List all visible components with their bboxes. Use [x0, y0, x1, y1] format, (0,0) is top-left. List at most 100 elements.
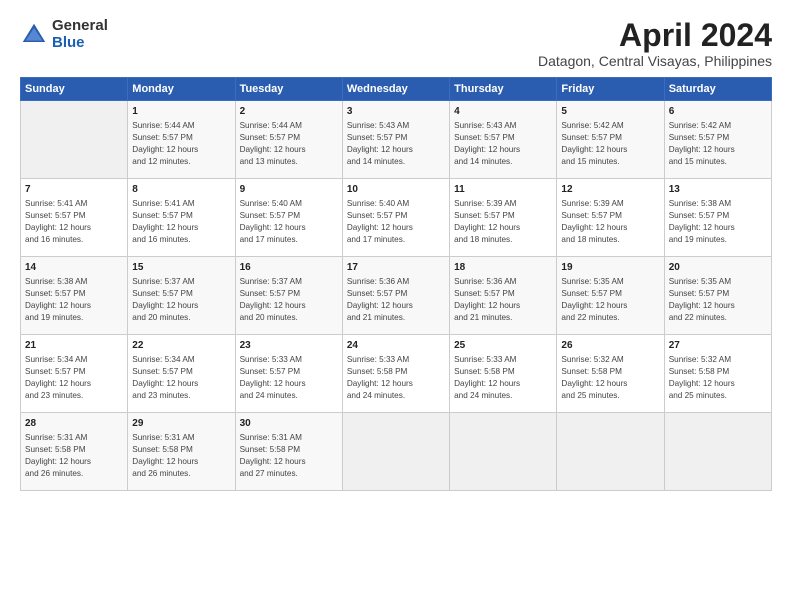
week-row-1: 1 Sunrise: 5:44 AM Sunset: 5:57 PM Daylig… [21, 101, 772, 179]
day-info: Sunrise: 5:39 AM Sunset: 5:57 PM Dayligh… [454, 199, 520, 244]
table-row: 17 Sunrise: 5:36 AM Sunset: 5:57 PM Dayli… [342, 257, 449, 335]
day-info: Sunrise: 5:36 AM Sunset: 5:57 PM Dayligh… [347, 277, 413, 322]
day-number: 6 [669, 105, 767, 119]
logo: General Blue [20, 18, 108, 51]
day-number: 9 [240, 183, 338, 197]
table-row [557, 413, 664, 491]
day-info: Sunrise: 5:31 AM Sunset: 5:58 PM Dayligh… [132, 433, 198, 478]
table-row: 27 Sunrise: 5:32 AM Sunset: 5:58 PM Dayli… [664, 335, 771, 413]
logo-blue: Blue [52, 35, 108, 52]
week-row-5: 28 Sunrise: 5:31 AM Sunset: 5:58 PM Dayli… [21, 413, 772, 491]
day-number: 1 [132, 105, 230, 119]
day-info: Sunrise: 5:41 AM Sunset: 5:57 PM Dayligh… [25, 199, 91, 244]
day-info: Sunrise: 5:31 AM Sunset: 5:58 PM Dayligh… [25, 433, 91, 478]
logo-general: General [52, 18, 108, 35]
day-info: Sunrise: 5:38 AM Sunset: 5:57 PM Dayligh… [25, 277, 91, 322]
logo-text: General Blue [52, 18, 108, 51]
table-row: 11 Sunrise: 5:39 AM Sunset: 5:57 PM Dayli… [450, 179, 557, 257]
table-row: 12 Sunrise: 5:39 AM Sunset: 5:57 PM Dayli… [557, 179, 664, 257]
table-row [21, 101, 128, 179]
table-row: 15Sunrise: 5:37 AM Sunset: 5:57 PM Dayli… [128, 257, 235, 335]
day-number: 26 [561, 339, 659, 353]
table-row: 25 Sunrise: 5:33 AM Sunset: 5:58 PM Dayli… [450, 335, 557, 413]
calendar-table: Sunday Monday Tuesday Wednesday Thursday… [20, 77, 772, 491]
day-number: 20 [669, 261, 767, 275]
header-tuesday: Tuesday [235, 78, 342, 101]
table-row [664, 413, 771, 491]
day-number: 25 [454, 339, 552, 353]
day-info: Sunrise: 5:35 AM Sunset: 5:57 PM Dayligh… [669, 277, 735, 322]
day-info: Sunrise: 5:34 AM Sunset: 5:57 PM Dayligh… [25, 355, 91, 400]
day-info: Sunrise: 5:32 AM Sunset: 5:58 PM Dayligh… [669, 355, 735, 400]
day-number: 5 [561, 105, 659, 119]
table-row: 19 Sunrise: 5:35 AM Sunset: 5:57 PM Dayli… [557, 257, 664, 335]
day-info: Sunrise: 5:44 AM Sunset: 5:57 PM Dayligh… [132, 121, 198, 166]
subtitle: Datagon, Central Visayas, Philippines [538, 53, 772, 69]
day-number: 30 [240, 417, 338, 431]
day-number: 3 [347, 105, 445, 119]
page: General Blue April 2024 Datagon, Central… [0, 0, 792, 612]
table-row: 7 Sunrise: 5:41 AM Sunset: 5:57 PM Daylig… [21, 179, 128, 257]
table-row: 22 Sunrise: 5:34 AM Sunset: 5:57 PM Dayli… [128, 335, 235, 413]
day-number: 27 [669, 339, 767, 353]
week-row-2: 7 Sunrise: 5:41 AM Sunset: 5:57 PM Daylig… [21, 179, 772, 257]
day-number: 24 [347, 339, 445, 353]
table-row: 24 Sunrise: 5:33 AM Sunset: 5:58 PM Dayli… [342, 335, 449, 413]
day-number: 4 [454, 105, 552, 119]
day-info: Sunrise: 5:33 AM Sunset: 5:58 PM Dayligh… [347, 355, 413, 400]
day-number: 16 [240, 261, 338, 275]
day-number: 22 [132, 339, 230, 353]
header-row: Sunday Monday Tuesday Wednesday Thursday… [21, 78, 772, 101]
table-row [450, 413, 557, 491]
header-saturday: Saturday [664, 78, 771, 101]
table-row: 28 Sunrise: 5:31 AM Sunset: 5:58 PM Dayli… [21, 413, 128, 491]
day-info: Sunrise: 5:43 AM Sunset: 5:57 PM Dayligh… [454, 121, 520, 166]
table-row: 29 Sunrise: 5:31 AM Sunset: 5:58 PM Dayli… [128, 413, 235, 491]
day-info: Sunrise: 5:42 AM Sunset: 5:57 PM Dayligh… [669, 121, 735, 166]
day-number: 7 [25, 183, 123, 197]
day-number: 28 [25, 417, 123, 431]
header: General Blue April 2024 Datagon, Central… [20, 18, 772, 69]
header-monday: Monday [128, 78, 235, 101]
day-info: Sunrise: 5:37 AM Sunset: 5:57 PM Dayligh… [132, 277, 198, 322]
week-row-3: 14Sunrise: 5:38 AM Sunset: 5:57 PM Dayli… [21, 257, 772, 335]
day-info: Sunrise: 5:42 AM Sunset: 5:57 PM Dayligh… [561, 121, 627, 166]
header-wednesday: Wednesday [342, 78, 449, 101]
week-row-4: 21Sunrise: 5:34 AM Sunset: 5:57 PM Dayli… [21, 335, 772, 413]
day-number: 23 [240, 339, 338, 353]
table-row: 20 Sunrise: 5:35 AM Sunset: 5:57 PM Dayli… [664, 257, 771, 335]
day-info: Sunrise: 5:33 AM Sunset: 5:58 PM Dayligh… [454, 355, 520, 400]
table-row: 1 Sunrise: 5:44 AM Sunset: 5:57 PM Daylig… [128, 101, 235, 179]
table-row: 2Sunrise: 5:44 AM Sunset: 5:57 PM Daylig… [235, 101, 342, 179]
day-info: Sunrise: 5:31 AM Sunset: 5:58 PM Dayligh… [240, 433, 306, 478]
day-info: Sunrise: 5:35 AM Sunset: 5:57 PM Dayligh… [561, 277, 627, 322]
day-number: 8 [132, 183, 230, 197]
day-info: Sunrise: 5:39 AM Sunset: 5:57 PM Dayligh… [561, 199, 627, 244]
day-number: 13 [669, 183, 767, 197]
day-info: Sunrise: 5:38 AM Sunset: 5:57 PM Dayligh… [669, 199, 735, 244]
table-row: 9Sunrise: 5:40 AM Sunset: 5:57 PM Daylig… [235, 179, 342, 257]
day-number: 29 [132, 417, 230, 431]
day-info: Sunrise: 5:32 AM Sunset: 5:58 PM Dayligh… [561, 355, 627, 400]
day-info: Sunrise: 5:37 AM Sunset: 5:57 PM Dayligh… [240, 277, 306, 322]
day-number: 10 [347, 183, 445, 197]
day-number: 18 [454, 261, 552, 275]
table-row: 30 Sunrise: 5:31 AM Sunset: 5:58 PM Dayli… [235, 413, 342, 491]
day-info: Sunrise: 5:36 AM Sunset: 5:57 PM Dayligh… [454, 277, 520, 322]
table-row: 18 Sunrise: 5:36 AM Sunset: 5:57 PM Dayli… [450, 257, 557, 335]
day-number: 17 [347, 261, 445, 275]
table-row: 8 Sunrise: 5:41 AM Sunset: 5:57 PM Daylig… [128, 179, 235, 257]
day-info: Sunrise: 5:43 AM Sunset: 5:57 PM Dayligh… [347, 121, 413, 166]
logo-icon [20, 21, 48, 49]
table-row: 16 Sunrise: 5:37 AM Sunset: 5:57 PM Dayli… [235, 257, 342, 335]
table-row: 26 Sunrise: 5:32 AM Sunset: 5:58 PM Dayli… [557, 335, 664, 413]
day-info: Sunrise: 5:41 AM Sunset: 5:57 PM Dayligh… [132, 199, 198, 244]
day-number: 2 [240, 105, 338, 119]
day-info: Sunrise: 5:33 AM Sunset: 5:57 PM Dayligh… [240, 355, 306, 400]
day-number: 12 [561, 183, 659, 197]
table-row [342, 413, 449, 491]
day-number: 11 [454, 183, 552, 197]
day-number: 19 [561, 261, 659, 275]
day-info: Sunrise: 5:34 AM Sunset: 5:57 PM Dayligh… [132, 355, 198, 400]
table-row: 4 Sunrise: 5:43 AM Sunset: 5:57 PM Daylig… [450, 101, 557, 179]
